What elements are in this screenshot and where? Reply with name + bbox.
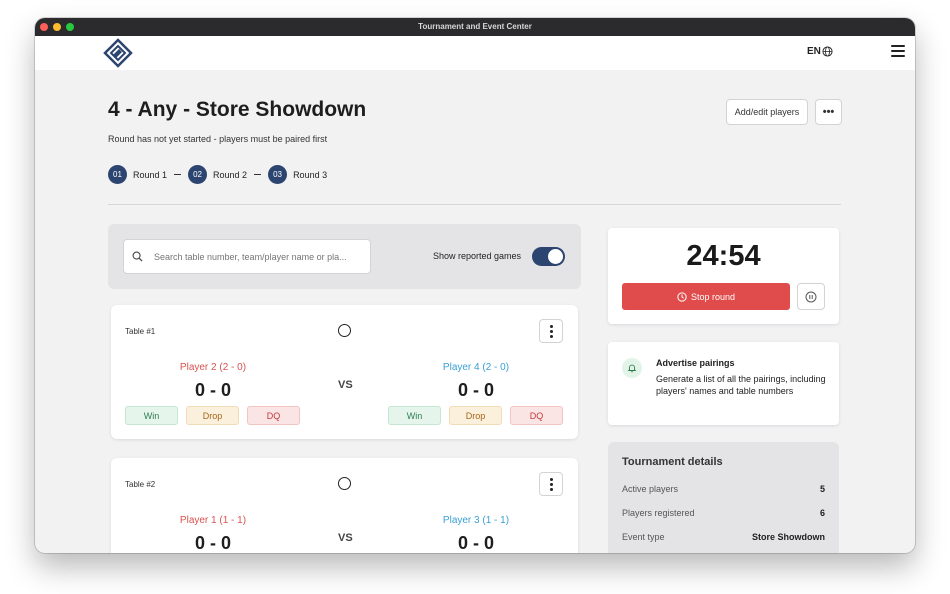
pairings-filter-bar: Show reported games [108, 224, 581, 289]
round-1-badge[interactable]: 01 [108, 165, 127, 184]
versus-label: VS [338, 379, 353, 391]
search-icon [132, 251, 143, 262]
show-reported-games-toggle[interactable] [532, 247, 565, 266]
round-separator [174, 174, 182, 175]
left-dq-button[interactable]: DQ [247, 406, 300, 425]
left-player-name: Player 2 (2 - 0) [179, 362, 247, 373]
round-3-badge[interactable]: 03 [268, 165, 288, 184]
detail-value: Store Showdown [752, 532, 825, 542]
left-player-name: Player 1 (1 - 1) [179, 515, 247, 526]
left-player-score: 0 - 0 [194, 380, 232, 400]
detail-label: Players registered [622, 508, 695, 518]
left-drop-button[interactable]: Drop [186, 406, 239, 425]
round-separator [254, 174, 262, 175]
toggle-knob [548, 249, 563, 264]
versus-label: VS [338, 532, 353, 544]
round-2-label[interactable]: Round 2 [213, 170, 247, 180]
left-player-score: 0 - 0 [194, 533, 232, 553]
detail-value: 5 [819, 484, 825, 494]
right-player-name: Player 3 (1 - 1) [442, 515, 510, 526]
round-1-label[interactable]: Round 1 [133, 170, 167, 180]
left-win-button[interactable]: Win [125, 406, 178, 425]
tournament-details-title: Tournament details [622, 456, 723, 468]
table-number: Table #1 [125, 327, 156, 336]
detail-row: Active players 5 [622, 484, 825, 494]
round-3-label[interactable]: Round 3 [293, 170, 327, 180]
show-reported-games-label: Show reported games [433, 251, 522, 261]
right-player-score: 0 - 0 [457, 533, 495, 553]
stop-round-button[interactable]: Stop round [622, 283, 790, 310]
more-options-button[interactable]: ••• [815, 99, 842, 125]
detail-label: Event type [622, 532, 665, 542]
clock-icon [677, 291, 687, 302]
section-divider [108, 204, 841, 205]
detail-row: Players registered 6 [622, 508, 825, 518]
match-menu-button[interactable] [539, 319, 563, 343]
pause-timer-button[interactable] [797, 283, 825, 310]
round-2-badge[interactable]: 02 [188, 165, 208, 184]
advertise-pairings-title: Advertise pairings [656, 358, 735, 368]
page-title: 4 - Any - Store Showdown [108, 98, 367, 121]
add-edit-players-button[interactable]: Add/edit players [726, 99, 808, 125]
match-status-circle-icon[interactable] [338, 324, 351, 337]
advertise-pairings-description: Generate a list of all the pairings, inc… [656, 374, 826, 396]
right-dq-button[interactable]: DQ [510, 406, 563, 425]
tournament-details-card: Tournament details Active players 5 Play… [608, 442, 839, 553]
match-card: Table #1 Player 2 (2 - 0) 0 - 0 VS Playe… [111, 305, 578, 439]
detail-value: 6 [819, 508, 825, 518]
match-card: Table #2 Player 1 (1 - 1) 0 - 0 VS Playe… [111, 458, 578, 553]
right-drop-button[interactable]: Drop [449, 406, 502, 425]
advertise-pairings-card[interactable]: Advertise pairings Generate a list of al… [608, 342, 839, 425]
right-player-name: Player 4 (2 - 0) [442, 362, 510, 373]
right-win-button[interactable]: Win [388, 406, 441, 425]
match-status-circle-icon[interactable] [338, 477, 351, 490]
pairings-search-input[interactable] [123, 239, 371, 274]
main-content: 4 - Any - Store Showdown Round has not y… [35, 18, 915, 553]
detail-row: Event type Store Showdown [622, 532, 825, 542]
stop-round-label: Stop round [690, 291, 736, 302]
round-timer-card: 24:54 Stop round [608, 228, 839, 324]
right-player-score: 0 - 0 [457, 380, 495, 400]
round-status-text: Round has not yet started - players must… [108, 134, 328, 144]
round-timer: 24:54 [686, 240, 761, 272]
match-menu-button[interactable] [539, 472, 563, 496]
detail-label: Active players [622, 484, 679, 494]
round-stepper: 01 Round 1 02 Round 2 03 Round 3 [108, 165, 327, 184]
pause-icon [805, 291, 817, 302]
bell-icon [622, 358, 642, 378]
table-number: Table #2 [125, 480, 156, 489]
